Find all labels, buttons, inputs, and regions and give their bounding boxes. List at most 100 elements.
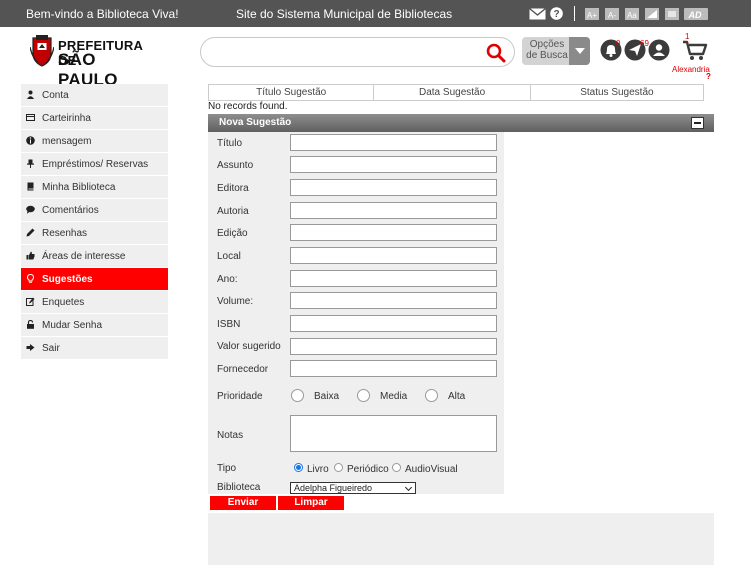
sidebar-item-label: Mudar Senha xyxy=(42,320,103,331)
chevron-down-icon[interactable] xyxy=(569,37,590,65)
notifications-count: 0 xyxy=(616,39,621,48)
mail-icon[interactable] xyxy=(529,8,546,20)
account-sidebar: Conta Carteirinha mensagem Empréstimos/ … xyxy=(21,84,168,360)
pencil-icon xyxy=(26,228,35,237)
label-fornecedor: Fornecedor xyxy=(217,364,269,375)
titulo-field[interactable] xyxy=(290,134,497,151)
contrast-icon[interactable] xyxy=(645,8,659,20)
suggestions-table: Título Sugestão Data Sugestão Status Sug… xyxy=(207,84,705,101)
type-label-livro: Livro xyxy=(307,464,329,475)
autoria-field[interactable] xyxy=(290,202,497,219)
user-name-link[interactable]: Alexandria xyxy=(672,65,710,74)
notas-textarea[interactable] xyxy=(290,415,497,452)
sidebar-item-mensagem[interactable]: mensagem xyxy=(21,130,168,153)
svg-text:AD: AD xyxy=(688,10,702,20)
user-help-mark[interactable]: ? xyxy=(706,72,711,81)
search-input[interactable] xyxy=(200,37,515,67)
sidebar-item-label: mensagem xyxy=(42,136,92,147)
font-decrease-icon[interactable]: A- xyxy=(605,8,619,20)
biblioteca-selected-value: Adelpha Figueiredo xyxy=(294,483,373,493)
welcome-text: Bem-vindo a Biblioteca Viva! xyxy=(26,7,179,21)
label-ano: Ano: xyxy=(217,274,238,285)
label-isbn: ISBN xyxy=(217,319,241,330)
sidebar-item-label: Enquetes xyxy=(42,297,85,308)
label-titulo: Título xyxy=(217,138,243,149)
chevron-down-icon xyxy=(404,483,413,492)
comment-icon xyxy=(26,205,35,214)
volume-field[interactable] xyxy=(290,292,497,309)
label-assunto: Assunto xyxy=(217,160,254,171)
local-field[interactable] xyxy=(290,247,497,264)
header: PREFEITURA DE SÃO PAULO Opções de Busca … xyxy=(0,27,751,89)
type-radio-audiovisual[interactable] xyxy=(392,463,401,472)
assunto-field[interactable] xyxy=(290,156,497,173)
label-prioridade: Prioridade xyxy=(217,391,263,402)
sidebar-item-minha-biblioteca[interactable]: Minha Biblioteca xyxy=(21,176,168,199)
collapse-icon[interactable] xyxy=(691,117,704,129)
sidebar-item-resenhas[interactable]: Resenhas xyxy=(21,222,168,245)
user-profile-icon[interactable] xyxy=(648,39,670,61)
column-header-status[interactable]: Status Sugestão xyxy=(529,84,705,101)
thumbs-up-icon xyxy=(26,251,35,260)
prefeitura-logo[interactable]: PREFEITURA DE SÃO PAULO xyxy=(30,35,155,89)
search-options-dropdown[interactable]: Opções de Busca xyxy=(522,37,590,65)
ano-field[interactable] xyxy=(290,270,497,287)
priority-label-alta: Alta xyxy=(448,391,466,402)
svg-text:A+: A+ xyxy=(587,11,597,20)
type-label-audiovisual: AudioVisual xyxy=(405,464,458,475)
new-suggestion-header: Nova Sugestão xyxy=(208,114,714,132)
editora-field[interactable] xyxy=(290,179,497,196)
logout-icon xyxy=(26,344,35,351)
isbn-field[interactable] xyxy=(290,315,497,332)
new-suggestion-form: Título Assunto Editora Autoria Edição Lo… xyxy=(208,132,504,494)
sidebar-item-label: Minha Biblioteca xyxy=(42,182,116,193)
new-suggestion-title: Nova Sugestão xyxy=(219,117,292,128)
svg-text:?: ? xyxy=(553,9,559,20)
grayscale-icon[interactable] xyxy=(665,8,679,20)
sidebar-item-sugestoes[interactable]: Sugestões xyxy=(21,268,168,291)
priority-radio-alta[interactable] xyxy=(425,389,438,402)
biblioteca-select[interactable]: Adelpha Figueiredo xyxy=(290,482,416,494)
sidebar-item-emprestimos[interactable]: Empréstimos/ Reservas xyxy=(21,153,168,176)
user-icon xyxy=(27,90,34,99)
search-icon[interactable] xyxy=(486,43,506,63)
sidebar-item-enquetes[interactable]: Enquetes xyxy=(21,291,168,314)
accessibility-icon[interactable]: AD xyxy=(684,8,708,20)
sidebar-item-label: Comentários xyxy=(42,205,99,216)
sidebar-item-mudar-senha[interactable]: Mudar Senha xyxy=(21,314,168,337)
sidebar-item-conta[interactable]: Conta xyxy=(21,84,168,107)
type-radio-livro[interactable] xyxy=(294,463,303,472)
priority-radio-baixa[interactable] xyxy=(291,389,304,402)
label-volume: Volume: xyxy=(217,296,254,307)
main-content: Título Sugestão Data Sugestão Status Sug… xyxy=(207,84,714,565)
sao-paulo-crest-icon xyxy=(30,35,54,67)
edicao-field[interactable] xyxy=(290,224,497,241)
fornecedor-field[interactable] xyxy=(290,360,497,377)
column-header-titulo[interactable]: Título Sugestão xyxy=(207,84,375,101)
label-editora: Editora xyxy=(217,183,249,194)
label-local: Local xyxy=(217,251,241,262)
help-icon[interactable]: ? xyxy=(550,7,563,20)
type-radio-periodico[interactable] xyxy=(334,463,343,472)
sidebar-item-carteirinha[interactable]: Carteirinha xyxy=(21,107,168,130)
priority-radio-media[interactable] xyxy=(357,389,370,402)
valor-sugerido-field[interactable] xyxy=(290,338,497,355)
submit-button[interactable]: Enviar xyxy=(210,496,276,510)
clear-button[interactable]: Limpar xyxy=(278,496,344,510)
sidebar-item-comentarios[interactable]: Comentários xyxy=(21,199,168,222)
svg-text:Aa: Aa xyxy=(627,11,637,20)
card-icon xyxy=(26,114,35,121)
sidebar-item-areas-de-interesse[interactable]: Áreas de interesse xyxy=(21,245,168,268)
font-reset-icon[interactable]: Aa xyxy=(625,8,639,20)
lock-icon xyxy=(27,320,34,329)
sidebar-item-label: Áreas de interesse xyxy=(42,251,126,262)
search-options-label: Opções de Busca xyxy=(526,39,568,61)
cart-icon[interactable] xyxy=(682,39,708,61)
column-header-data[interactable]: Data Sugestão xyxy=(373,84,531,101)
label-valor-sugerido: Valor sugerido xyxy=(217,341,281,352)
font-increase-icon[interactable]: A+ xyxy=(585,8,599,20)
svg-text:A-: A- xyxy=(608,11,616,20)
sidebar-item-label: Empréstimos/ Reservas xyxy=(42,159,149,170)
type-label-periodico: Periódico xyxy=(347,464,389,475)
sidebar-item-sair[interactable]: Sair xyxy=(21,337,168,360)
